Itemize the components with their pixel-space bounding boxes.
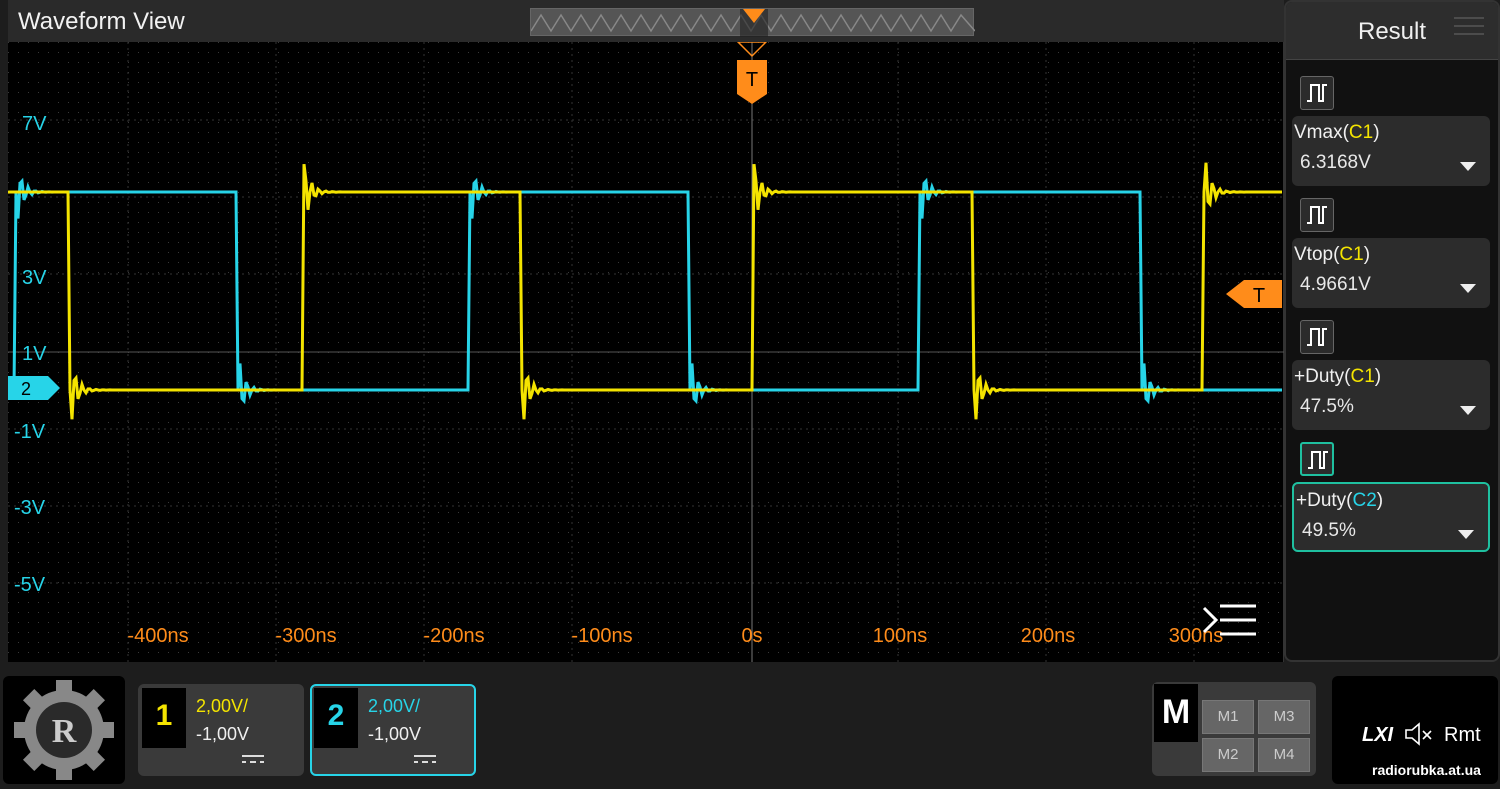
measurement-channel: C1 (1339, 244, 1364, 265)
measurement-card[interactable]: Vmax(C1) 6.3168V (1292, 70, 1490, 188)
measurement-name: Vmax(C1) (1294, 122, 1380, 143)
chevron-down-icon[interactable] (1458, 530, 1474, 539)
lxi-status[interactable]: LXI (1362, 724, 1393, 747)
channel-2-offset: -1,00V (368, 724, 422, 744)
math-m1-button[interactable]: M1 (1202, 700, 1254, 734)
channel-2-settings[interactable]: 2 2,00V/ -1,00V (310, 684, 476, 776)
result-title: Result (1358, 18, 1427, 45)
measurement-body[interactable]: Vtop(C1) 4.9661V (1292, 238, 1490, 308)
measurement-name: +Duty(C2) (1296, 490, 1384, 511)
overview-waveform (530, 9, 976, 37)
x-tick-label: 0s (741, 625, 762, 647)
speaker-muted-icon[interactable] (1404, 722, 1434, 746)
y-tick-label: 7V (22, 113, 47, 135)
dc-coupling-icon (242, 755, 264, 763)
waveform-view[interactable]: Waveform View T T 2 7V 3V 1V -1V -3V -5V… (7, 0, 1284, 662)
channel-2-number: 2 (314, 688, 358, 748)
measurement-channel: C2 (1352, 490, 1377, 511)
measurement-channel: C1 (1348, 122, 1374, 143)
bottom-control-bar: R 1 2,00V/ -1,00V 2 2,00V/ -1,00V M M1 M… (0, 670, 1500, 789)
dc-coupling-icon (414, 755, 436, 763)
chevron-down-icon[interactable] (1460, 406, 1476, 415)
measurement-card[interactable]: +Duty(C1) 47.5% (1292, 314, 1490, 432)
y-tick-label: -1V (14, 421, 46, 443)
title-bar: Waveform View (8, 0, 1284, 42)
hamburger-menu-icon[interactable] (1454, 14, 1484, 38)
x-tick-label: -300ns (275, 625, 336, 647)
pulse-top-icon (1300, 198, 1334, 232)
math-m3-button[interactable]: M3 (1258, 700, 1310, 734)
channel-2-marker-label: 2 (21, 379, 31, 399)
measurement-card[interactable]: Vtop(C1) 4.9661V (1292, 192, 1490, 310)
measurement-value: 47.5% (1300, 396, 1354, 417)
measurement-name: Vtop(C1) (1294, 244, 1371, 265)
math-m4-button[interactable]: M4 (1258, 738, 1310, 772)
channel-1-settings[interactable]: 1 2,00V/ -1,00V (138, 684, 304, 776)
x-tick-label: 100ns (873, 625, 928, 647)
measurement-value: 49.5% (1302, 520, 1356, 541)
measurement-card[interactable]: +Duty(C2) 49.5% (1292, 436, 1490, 554)
x-tick-label: -400ns (127, 625, 188, 647)
channel-1-number: 1 (142, 688, 186, 748)
measurement-name: +Duty(C1) (1294, 366, 1382, 387)
pulse-high-icon (1300, 76, 1334, 110)
measurement-value: 4.9661V (1300, 274, 1371, 295)
measurement-body[interactable]: Vmax(C1) 6.3168V (1292, 116, 1490, 186)
math-m2-button[interactable]: M2 (1202, 738, 1254, 772)
y-tick-label: -5V (14, 574, 46, 596)
chevron-down-icon[interactable] (1460, 284, 1476, 293)
window-title: Waveform View (18, 8, 185, 35)
trigger-level-label: T (1253, 285, 1265, 307)
x-tick-label: 300ns (1169, 625, 1224, 647)
x-tick-label: -200ns (423, 625, 484, 647)
channel-2-scale: 2,00V/ (368, 696, 421, 716)
svg-text:R: R (52, 713, 77, 750)
gear-logo-icon: R (14, 680, 114, 780)
waveform-grid[interactable]: T T 2 7V 3V 1V -1V -3V -5V -400ns -300ns… (7, 41, 1284, 662)
watermark-text: radiorubka.at.ua (1372, 762, 1481, 778)
math-label: M (1154, 684, 1198, 742)
result-panel: Result Vmax(C1) 6.3168V Vtop(C1) 4.9661V +Du… (1284, 0, 1500, 662)
remote-status: Rmt (1444, 724, 1481, 746)
trigger-marker-label: T (746, 69, 758, 91)
math-settings[interactable]: M M1 M3 M2 M4 (1152, 682, 1316, 776)
y-tick-label: -3V (14, 497, 46, 519)
x-tick-label: -100ns (571, 625, 632, 647)
waveform-canvas: T T 2 7V 3V 1V -1V -3V -5V -400ns -300ns… (7, 41, 1284, 662)
measurement-body[interactable]: +Duty(C2) 49.5% (1292, 482, 1490, 552)
channel-1-offset: -1,00V (196, 724, 250, 744)
chevron-down-icon[interactable] (1460, 162, 1476, 171)
measurement-channel: C1 (1350, 366, 1375, 387)
home-logo-button[interactable]: R (3, 676, 125, 784)
result-header: Result (1286, 2, 1498, 60)
measurement-value: 6.3168V (1300, 152, 1371, 173)
pulse-duty-icon (1300, 442, 1334, 476)
measurement-body[interactable]: +Duty(C1) 47.5% (1292, 360, 1490, 430)
x-tick-label: 200ns (1021, 625, 1076, 647)
pulse-duty-icon (1300, 320, 1334, 354)
channel-1-scale: 2,00V/ (196, 696, 249, 716)
y-tick-label: 3V (22, 267, 47, 289)
memory-overview-bar[interactable] (530, 8, 976, 37)
y-tick-label: 1V (22, 343, 47, 365)
